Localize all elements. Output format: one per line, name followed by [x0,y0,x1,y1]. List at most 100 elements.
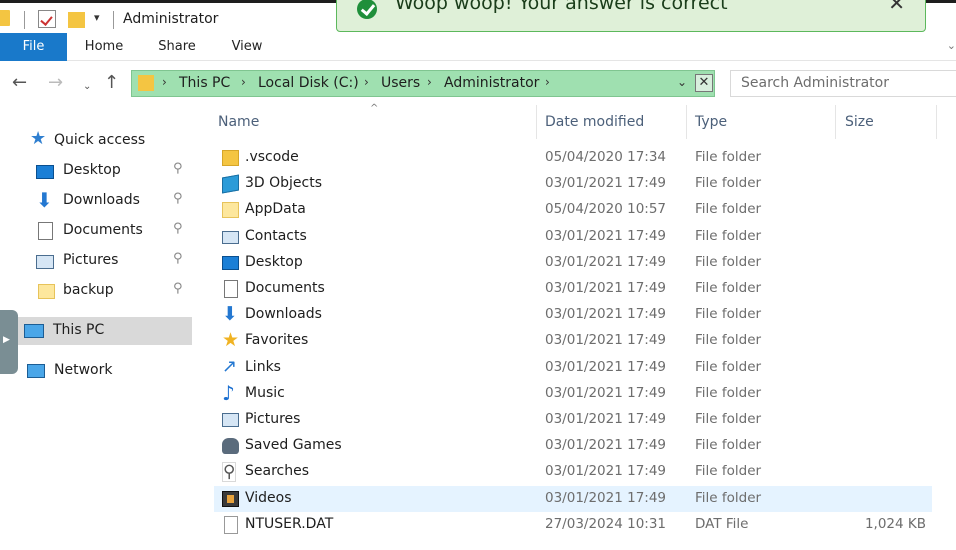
close-icon[interactable]: ✕ [888,0,905,15]
breadcrumb-separator-icon[interactable]: › [427,75,432,89]
file-date-modified: 05/04/2020 10:57 [545,201,667,218]
file-type: File folder [695,201,762,218]
address-dropdown-icon[interactable]: ⌄ [677,75,687,89]
network-icon [27,364,45,378]
file-type: File folder [695,411,762,427]
pin-icon[interactable]: ⚲ [173,281,183,296]
nav-item-downloads[interactable]: ⬇ Downloads ⚲ [22,187,192,215]
file-row[interactable]: .vscode 05/04/2020 17:34 File folder [214,145,932,171]
search-box[interactable]: Search Administrator [730,70,956,97]
nav-item-desktop[interactable]: Desktop ⚲ [22,157,192,185]
nav-label: Downloads [63,192,140,208]
video-film-icon [222,490,239,507]
music-note-icon: ♪ [222,380,235,405]
pin-icon[interactable]: ⚲ [173,191,183,206]
file-name: Favorites [245,332,309,349]
nav-item-backup[interactable]: backup ⚲ [22,277,192,305]
back-arrow-icon[interactable]: ← [12,73,27,93]
file-type: File folder [695,227,762,244]
file-row[interactable]: ♪ Music 03/01/2021 17:49 File folder [214,381,932,407]
pin-icon[interactable]: ⚲ [173,221,183,236]
address-bar[interactable]: › This PC › Local Disk (C:) › Users › Ad… [131,70,715,97]
side-panel-handle[interactable]: ▶ [0,310,18,374]
file-type: File folder [695,463,762,480]
nav-item-documents[interactable]: Documents ⚲ [22,217,192,245]
file-type: File folder [695,280,762,296]
file-row[interactable]: ⚲ Searches 03/01/2021 17:49 File folder [214,459,932,485]
column-divider[interactable] [936,105,937,139]
breadcrumb-users[interactable]: Users [381,75,420,91]
toast-message: Woop woop! Your answer is correct [395,0,728,14]
breadcrumb-separator-icon[interactable]: › [162,75,167,89]
game-controller-icon [222,438,239,455]
file-row[interactable]: ↗ Links 03/01/2021 17:49 File folder [214,355,932,381]
desktop-icon [36,165,54,179]
search-placeholder: Search Administrator [741,75,889,91]
file-type: File folder [695,149,762,165]
breadcrumb-separator-icon[interactable]: › [241,75,246,89]
file-date-modified: 03/01/2021 17:49 [545,489,667,506]
nav-label: Desktop [63,162,121,178]
tab-view[interactable]: View [218,33,276,61]
pictures-icon [36,255,54,269]
file-row[interactable]: ★ Favorites 03/01/2021 17:49 File folder [214,328,932,354]
column-divider[interactable] [686,105,687,139]
nav-label: Network [54,362,113,378]
forward-arrow-icon[interactable]: → [48,73,63,93]
file-row[interactable]: AppData 05/04/2020 10:57 File folder [214,197,932,223]
nav-item-network[interactable]: Network [22,357,192,385]
file-row[interactable]: Documents 03/01/2021 17:49 File folder [214,276,932,302]
column-date-modified[interactable]: Date modified [545,114,644,130]
document-icon [38,222,53,240]
column-size[interactable]: Size [845,114,874,130]
file-row[interactable]: NTUSER.DAT 27/03/2024 10:31 DAT File 1,024 … [214,512,932,538]
file-row[interactable]: Desktop 03/01/2021 17:49 File folder [214,250,932,276]
up-arrow-icon[interactable]: ↑ [104,73,119,93]
computer-icon [24,324,44,338]
nav-label: Documents [63,222,143,238]
window-title: Administrator [123,11,219,27]
breadcrumb-separator-icon[interactable]: › [364,75,369,89]
nav-label: Pictures [63,252,119,268]
customize-toolbar-dropdown-icon[interactable]: ▾ [94,11,100,24]
properties-icon[interactable] [38,10,56,28]
column-name[interactable]: Name [218,114,259,130]
file-row[interactable]: ⬇ Downloads 03/01/2021 17:49 File folder [214,302,932,328]
file-name: Links [245,358,281,375]
column-divider[interactable] [536,105,537,139]
breadcrumb-this-pc[interactable]: This PC [179,75,230,91]
nav-item-pictures[interactable]: Pictures ⚲ [22,247,192,275]
document-icon [224,280,238,298]
file-row[interactable]: Saved Games 03/01/2021 17:49 File folder [214,433,932,459]
tab-file[interactable]: File [0,33,67,61]
folder-icon [0,10,10,26]
recent-locations-icon[interactable]: ⌄ [83,77,91,97]
nav-item-this-pc[interactable]: This PC [10,317,192,345]
breadcrumb-administrator[interactable]: Administrator [444,75,539,91]
column-type[interactable]: Type [695,114,727,130]
clear-address-icon[interactable]: ✕ [695,74,713,92]
file-type: File folder [695,437,762,454]
breadcrumb-local-disk[interactable]: Local Disk (C:) [258,75,359,91]
breadcrumb-separator-icon[interactable]: › [545,75,550,89]
column-divider[interactable] [835,105,836,139]
tab-share[interactable]: Share [148,33,206,61]
file-row[interactable]: Videos 03/01/2021 17:49 File folder [214,485,932,512]
new-folder-icon[interactable] [68,12,85,28]
download-arrow-icon: ⬇ [36,188,53,212]
pin-icon[interactable]: ⚲ [173,161,183,176]
star-icon: ★ [30,128,47,149]
file-row[interactable]: Pictures 03/01/2021 17:49 File folder [214,407,932,433]
nav-quick-access[interactable]: ★ Quick access [22,127,192,155]
file-date-modified: 03/01/2021 17:49 [545,332,667,349]
pin-icon[interactable]: ⚲ [173,251,183,266]
file-name: Searches [245,463,310,480]
file-name: 3D Objects [245,175,323,192]
file-row[interactable]: 3D Objects 03/01/2021 17:49 File folder [214,171,932,197]
expand-ribbon-icon[interactable]: ⌄ [947,39,956,52]
navigation-pane: ★ Quick access Desktop ⚲ ⬇ Downloads ⚲ D… [0,105,200,550]
file-type: File folder [695,358,762,375]
file-row[interactable]: Contacts 03/01/2021 17:49 File folder [214,224,932,250]
tab-home[interactable]: Home [75,33,133,61]
expand-arrow-icon: ▶ [3,335,10,345]
